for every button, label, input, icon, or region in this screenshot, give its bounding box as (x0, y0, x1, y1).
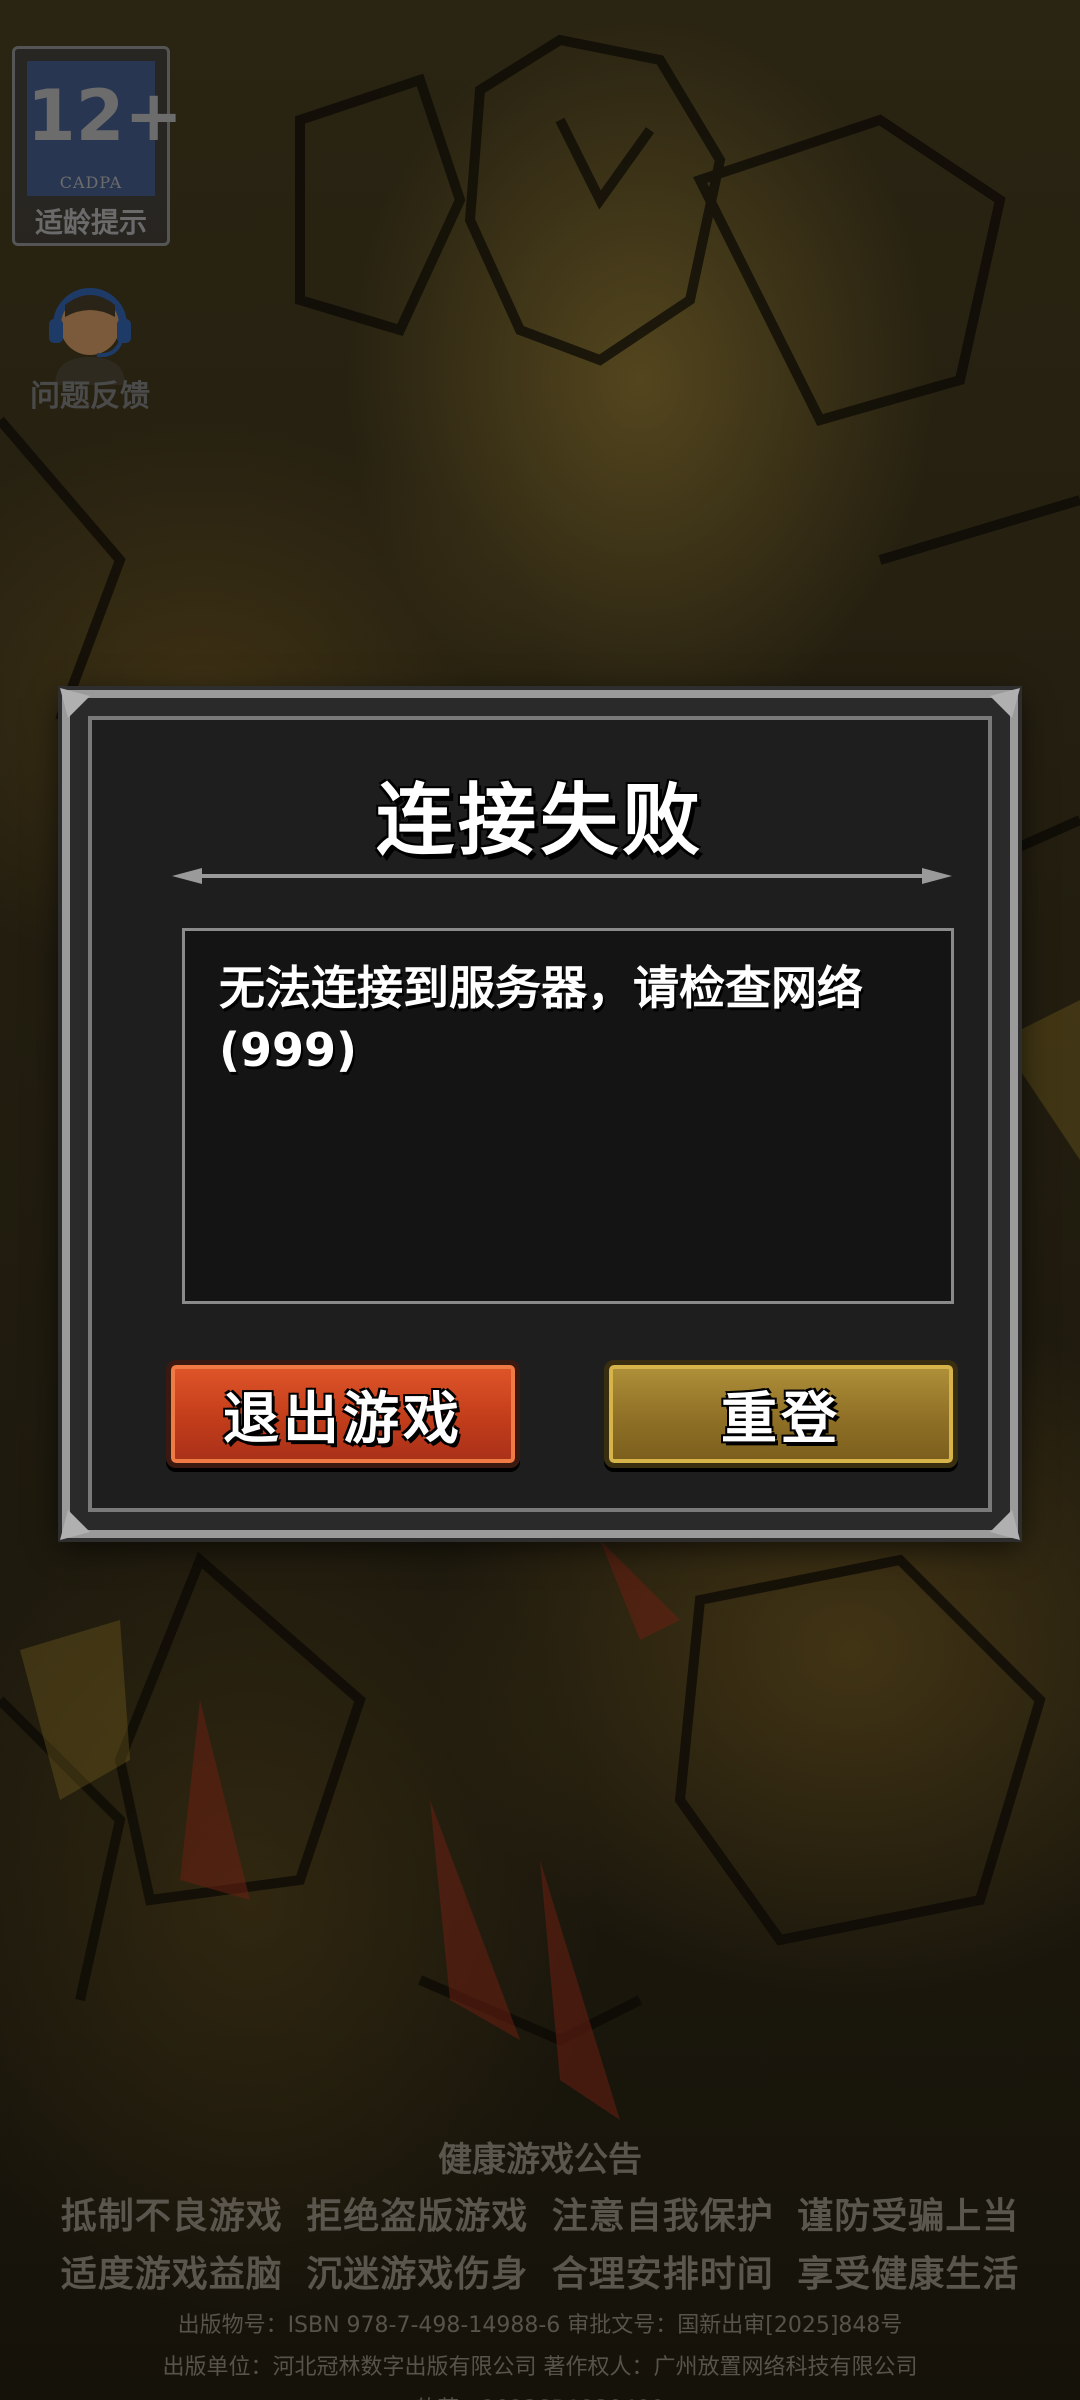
health-notice: 健康游戏公告 抵制不良游戏 拒绝盗版游戏 注意自我保护 谨防受骗上当 适度游戏益… (0, 2132, 1080, 2400)
notice-line-2: 适度游戏益脑 沉迷游戏伤身 合理安排时间 享受健康生活 (60, 2254, 1020, 2295)
dialog-title: 连接失败 (375, 776, 704, 866)
title-divider (172, 868, 952, 884)
exit-game-button[interactable]: 退出游戏 (166, 1360, 520, 1468)
corner-ornament (990, 1510, 1020, 1540)
publisher-info: 出版单位：河北冠林数字出版有限公司 著作权人：广州放置网络科技有限公司 (162, 2355, 918, 2380)
feedback-label: 问题反馈 (30, 379, 150, 414)
age-rating: 12+ (27, 75, 184, 157)
customer-service-icon (35, 275, 145, 385)
dialog-panel: 连接失败 无法连接到服务器，请检查网络(999) 退出游戏 重登 (88, 716, 992, 1512)
connection-failed-dialog: 连接失败 无法连接到服务器，请检查网络(999) 退出游戏 重登 (60, 688, 1020, 1540)
age-hint-label: 适龄提示 (34, 206, 147, 239)
error-message: 无法连接到服务器，请检查网络(999) (219, 961, 863, 1077)
corner-ornament (60, 1510, 90, 1540)
software-registration: 软著：2023SR1239490 (0, 2391, 1080, 2400)
notice-title: 健康游戏公告 (438, 2140, 642, 2180)
message-box: 无法连接到服务器，请检查网络(999) (182, 928, 954, 1304)
corner-ornament (990, 688, 1020, 718)
rating-org: CADPA (59, 173, 123, 192)
notice-line-1: 抵制不良游戏 拒绝盗版游戏 注意自我保护 谨防受骗上当 (60, 2196, 1020, 2237)
relogin-button[interactable]: 重登 (604, 1360, 958, 1468)
age-rating-badge: 12+ CADPA 适龄提示 (12, 46, 184, 246)
corner-ornament (60, 688, 90, 718)
feedback-button[interactable]: 问题反馈 (20, 275, 160, 415)
publish-info: 出版物号：ISBN 978-7-498-14988-6 审批文号：国新出审[20… (177, 2313, 903, 2338)
